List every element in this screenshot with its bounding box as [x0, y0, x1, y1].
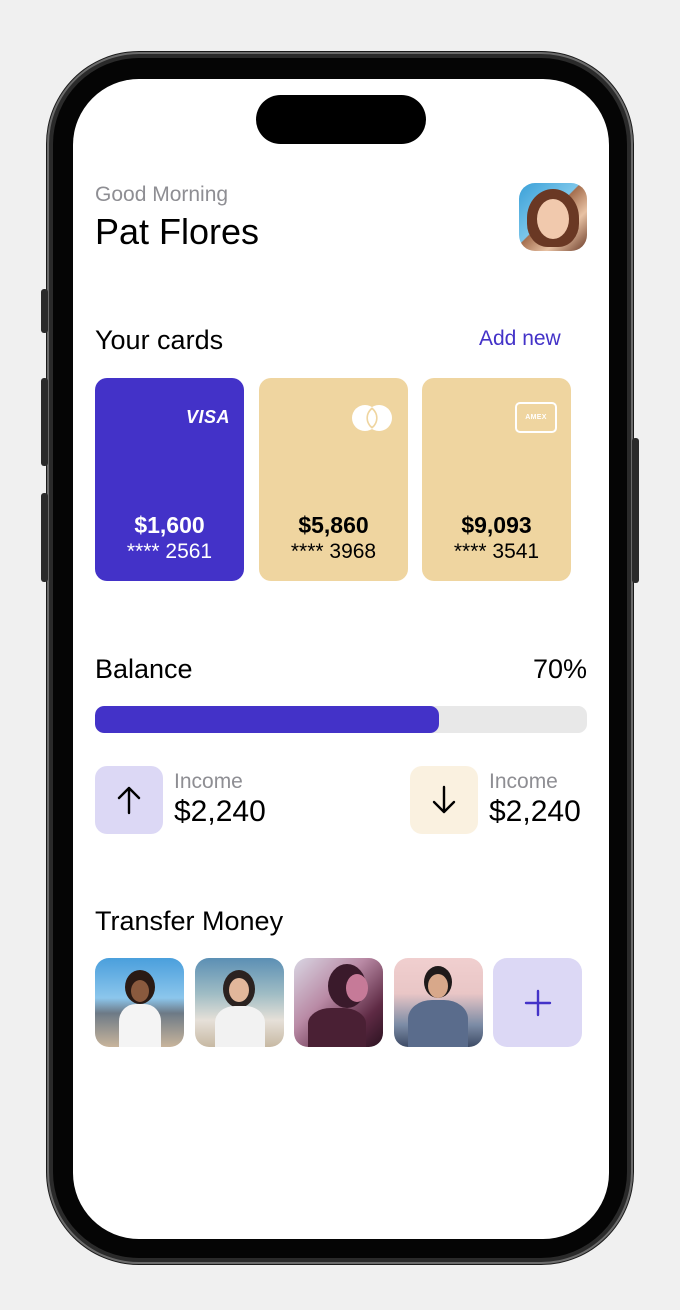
flow-amount: $2,240 — [174, 795, 266, 828]
profile-avatar[interactable] — [519, 183, 587, 251]
contact-avatar[interactable] — [95, 958, 184, 1047]
visa-logo-icon: VISA — [185, 407, 230, 427]
income-down-button[interactable] — [410, 766, 478, 834]
flow-amount: $2,240 — [489, 795, 581, 828]
card-amount: $9,093 — [461, 512, 532, 538]
cards-section-title: Your cards — [95, 325, 224, 355]
contact-avatar[interactable] — [394, 958, 483, 1047]
contact-avatar[interactable] — [294, 958, 383, 1047]
card-amount: $1,600 — [134, 512, 205, 538]
mastercard-logo-icon — [352, 405, 392, 431]
arrow-down-icon — [432, 785, 456, 814]
card-number: **** 3541 — [453, 540, 540, 563]
dynamic-island — [256, 95, 426, 144]
arrow-up-icon — [117, 786, 141, 815]
balance-label: Balance — [95, 654, 193, 684]
card-number: **** 3968 — [290, 540, 377, 563]
greeting-text: Good Morning — [95, 183, 229, 206]
card-amount: $5,860 — [298, 512, 369, 538]
flow-label: Income — [174, 770, 243, 793]
transfer-section-title: Transfer Money — [95, 906, 284, 936]
card-mastercard[interactable]: $5,860 **** 3968 — [259, 378, 408, 581]
plus-icon — [524, 989, 551, 1016]
add-contact-button[interactable] — [493, 958, 582, 1047]
action-button — [41, 289, 48, 333]
balance-progress-bar — [95, 706, 587, 733]
volume-down-button — [41, 493, 48, 582]
balance-progress-fill — [95, 706, 440, 733]
card-number: **** 2561 — [126, 540, 213, 563]
card-amex[interactable]: AMEX $9,093 **** 3541 — [422, 378, 571, 581]
income-up-button[interactable] — [95, 766, 163, 834]
card-visa[interactable]: VISA $1,600 **** 2561 — [95, 378, 244, 581]
flow-label: Income — [489, 770, 558, 793]
power-button — [632, 438, 639, 583]
app-screen: Good Morning Pat Flores Your cards Add n… — [73, 79, 609, 1239]
amex-logo-icon: AMEX — [515, 402, 557, 433]
user-name: Pat Flores — [95, 211, 260, 252]
contact-avatar[interactable] — [195, 958, 284, 1047]
balance-percent: 70% — [532, 654, 587, 684]
volume-up-button — [41, 378, 48, 466]
add-new-card-link[interactable]: Add new — [479, 327, 561, 351]
